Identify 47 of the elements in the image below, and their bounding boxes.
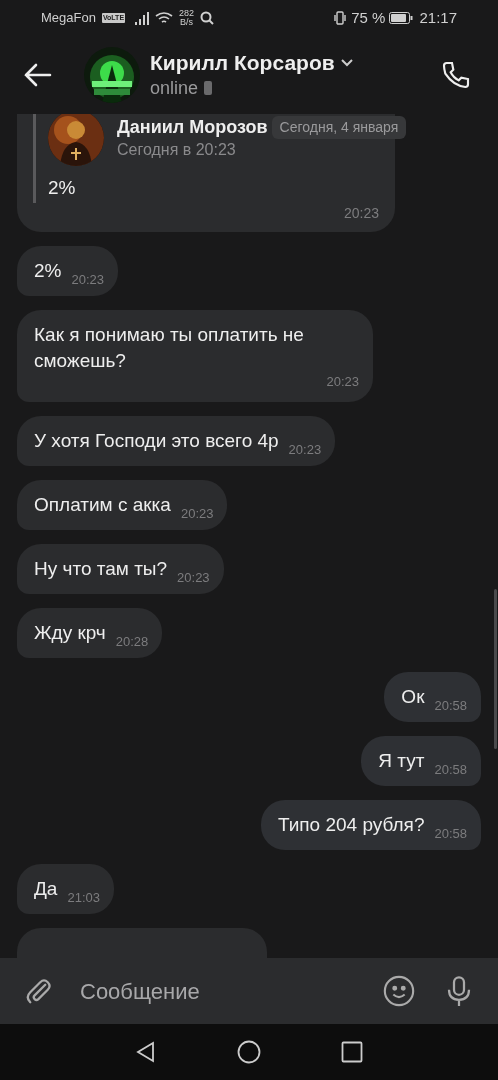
clock: 21:17 bbox=[419, 7, 457, 28]
back-arrow-icon[interactable] bbox=[24, 63, 52, 87]
quote-author: Даниил Морозов bbox=[117, 116, 268, 139]
message-text: Оплатим с акка bbox=[34, 492, 171, 517]
smiley-icon[interactable] bbox=[382, 974, 416, 1008]
chevron-down-icon[interactable] bbox=[340, 59, 353, 67]
message-text: 2% bbox=[48, 176, 77, 200]
message-time: 21:03 bbox=[67, 889, 100, 906]
recents-icon[interactable] bbox=[341, 1041, 363, 1063]
message-text: Я тут bbox=[378, 748, 425, 773]
message-time: 20:23 bbox=[343, 203, 379, 223]
message-input[interactable]: Сообщение bbox=[80, 974, 382, 1008]
message-time: 20:28 bbox=[115, 633, 149, 650]
message-field[interactable]: Сообщение bbox=[0, 958, 498, 1024]
carrier-name: MegaFon bbox=[41, 9, 96, 28]
signal-icon bbox=[135, 11, 150, 25]
message-time: 20:23 bbox=[326, 373, 359, 390]
phone-icon[interactable] bbox=[440, 59, 472, 91]
date-chip: Сегодня, 4 января bbox=[271, 115, 407, 139]
wifi-icon bbox=[155, 11, 174, 25]
back-icon[interactable] bbox=[135, 1041, 157, 1063]
search-icon bbox=[200, 11, 215, 25]
vibrate-icon bbox=[333, 11, 348, 25]
message-time: 20:23 bbox=[288, 441, 322, 458]
message-time: 20:58 bbox=[434, 825, 467, 842]
message-time: 20:58 bbox=[434, 761, 467, 778]
message-text: У хотя Господи это всего 4р bbox=[34, 428, 279, 453]
quote-date: Сегодня в 20:23 bbox=[117, 140, 237, 160]
message-text: Да bbox=[34, 876, 58, 901]
message-time: 20:23 bbox=[71, 271, 104, 288]
message-time: 20:23 bbox=[177, 569, 210, 586]
message-text: 2% bbox=[34, 258, 62, 283]
contact-name: Кирилл Корсаров bbox=[150, 50, 335, 76]
message-time: 20:58 bbox=[434, 697, 467, 714]
message-text: Ок bbox=[401, 684, 425, 709]
message-text: Жду крч bbox=[34, 620, 106, 645]
message-text: Ну что там ты? bbox=[34, 556, 168, 581]
message-text: Типо 204 рубля? bbox=[277, 812, 425, 837]
phone-device-icon bbox=[204, 81, 213, 95]
battery-percent: 75 % bbox=[351, 7, 386, 28]
speed-value: 282 bbox=[179, 9, 195, 18]
message-time: 20:23 bbox=[180, 505, 214, 522]
speed-unit: B/s bbox=[180, 18, 194, 27]
battery-icon bbox=[389, 12, 414, 24]
message-text: Как я понимаю ты оплатить не сможешь? bbox=[34, 322, 305, 373]
home-icon[interactable] bbox=[237, 1040, 261, 1064]
contact-status: online bbox=[150, 77, 199, 100]
